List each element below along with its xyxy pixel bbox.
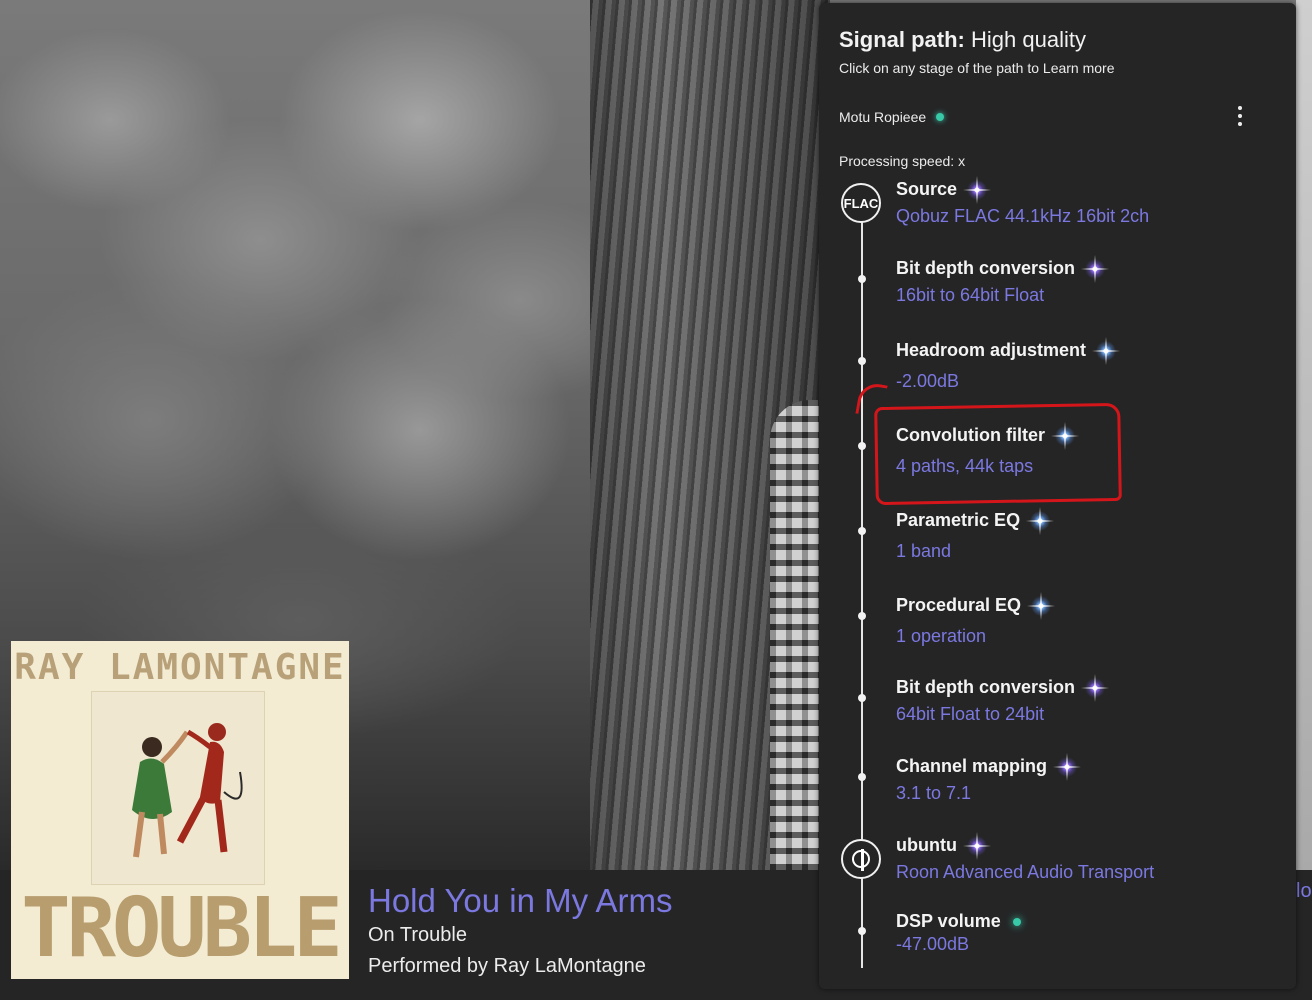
stage-value: 1 band: [896, 541, 952, 561]
zone-status-dot: [936, 113, 945, 121]
stage-source[interactable]: Source Qobuz FLAC 44.1kHz 16bit 2ch: [896, 175, 1150, 227]
stage-output-device[interactable]: ubuntu Roon Advanced Audio Transport: [896, 831, 1155, 883]
cover-artist-text: RAY LAMONTAGNE: [14, 647, 346, 688]
blue-star-icon: [1027, 591, 1056, 620]
stage-value: 64bit Float to 24bit: [896, 704, 1045, 724]
blue-star-icon: [1026, 506, 1055, 535]
stage-title: ubuntu: [896, 835, 957, 855]
stage-value: -2.00dB: [896, 371, 960, 391]
now-playing-edge-text[interactable]: lo: [1296, 880, 1312, 903]
stage-procedural-eq[interactable]: Procedural EQ 1 operation: [896, 591, 1056, 647]
stage-bit-depth-conversion-2[interactable]: Bit depth conversion 64bit Float to 24bi…: [896, 673, 1110, 725]
timeline-dot: [858, 357, 866, 365]
stage-title: Procedural EQ: [896, 595, 1022, 615]
panel-subtitle: Click on any stage of the path to Learn …: [839, 60, 1115, 76]
blue-star-icon: [1050, 421, 1079, 450]
timeline-dot: [858, 694, 866, 702]
purple-star-icon: [1053, 752, 1082, 781]
stage-title: Headroom adjustment: [896, 340, 1087, 360]
stage-value: Qobuz FLAC 44.1kHz 16bit 2ch: [896, 206, 1150, 226]
purple-star-icon: [1081, 673, 1110, 702]
timeline-dot: [858, 927, 866, 935]
timeline-dot: [858, 527, 866, 535]
panel-title: Signal path: High quality: [839, 27, 1086, 53]
panel-title-bold: Signal path:: [839, 27, 965, 52]
stage-title: DSP volume: [896, 911, 1001, 931]
timeline-dot: [858, 442, 866, 450]
cover-title-text: TROUBLE: [21, 881, 343, 976]
signal-path-panel: Signal path: High quality Click on any s…: [819, 3, 1296, 989]
flac-source-icon: FLAC: [841, 183, 881, 223]
purple-star-icon: [963, 175, 992, 204]
stage-value: 16bit to 64bit Float: [896, 285, 1045, 305]
timeline-dot: [858, 612, 866, 620]
stage-value: -47.00dB: [896, 934, 970, 954]
stage-bit-depth-conversion[interactable]: Bit depth conversion 16bit to 64bit Floa…: [896, 254, 1110, 306]
track-title-link[interactable]: Hold You in My Arms: [368, 882, 672, 920]
stage-dsp-volume[interactable]: DSP volume -47.00dB: [896, 911, 1021, 955]
stage-title: Source: [896, 179, 958, 199]
timeline-dot: [858, 275, 866, 283]
blue-star-icon: [1092, 336, 1121, 365]
album-line[interactable]: On Trouble: [368, 924, 467, 947]
stage-title: Parametric EQ: [896, 510, 1021, 530]
stage-title: Bit depth conversion: [896, 258, 1076, 278]
stage-value: 4 paths, 44k taps: [896, 456, 1034, 476]
artist-line[interactable]: Performed by Ray LaMontagne: [368, 955, 646, 978]
processing-speed: Processing speed: x: [839, 153, 966, 169]
panel-title-quality: High quality: [964, 27, 1086, 52]
zone-row: Motu Ropieee: [839, 109, 945, 125]
stage-value: Roon Advanced Audio Transport: [896, 862, 1155, 882]
teal-dot-icon: [1012, 917, 1021, 926]
stage-value: 3.1 to 7.1: [896, 783, 972, 803]
ubuntu-output-icon: [841, 839, 881, 879]
timeline-dot: [858, 773, 866, 781]
stage-parametric-eq[interactable]: Parametric EQ 1 band: [896, 506, 1055, 562]
more-options-icon[interactable]: [1233, 103, 1247, 133]
stage-title: Convolution filter: [896, 425, 1045, 445]
stage-title: Bit depth conversion: [896, 677, 1076, 697]
stage-channel-mapping[interactable]: Channel mapping 3.1 to 7.1: [896, 752, 1082, 804]
album-cover[interactable]: RAY LAMONTAGNE TROUBLE: [11, 641, 349, 979]
stage-value: 1 operation: [896, 626, 987, 646]
purple-star-icon: [1081, 254, 1110, 283]
stage-title: Channel mapping: [896, 756, 1048, 776]
purple-star-icon: [962, 831, 991, 860]
stage-headroom-adjustment[interactable]: Headroom adjustment -2.00dB: [896, 336, 1121, 392]
photo-right-edge: [1296, 0, 1312, 870]
stage-convolution-filter[interactable]: Convolution filter 4 paths, 44k taps: [896, 421, 1079, 477]
cover-illustration: [91, 691, 265, 885]
zone-name: Motu Ropieee: [839, 109, 927, 125]
